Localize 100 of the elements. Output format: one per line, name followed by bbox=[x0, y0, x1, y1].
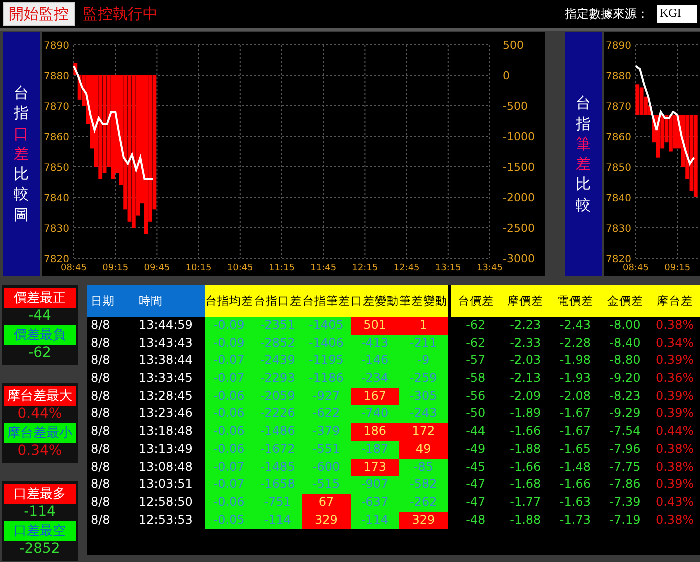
axis-label: -2000 bbox=[503, 192, 535, 204]
stat-label: 價差最負 bbox=[4, 325, 76, 345]
axis-label: 13:45 bbox=[477, 264, 503, 274]
column-header: 台指均差 bbox=[205, 285, 254, 317]
table-cell: -0.09 bbox=[205, 317, 254, 335]
table-cell: -0.07 bbox=[205, 476, 254, 494]
chart-title: 台指 口差 比較圖 bbox=[14, 83, 29, 225]
table-cell: -1195 bbox=[302, 352, 351, 370]
table-cell: -1406 bbox=[302, 334, 351, 352]
table-cell: 173 bbox=[350, 458, 400, 476]
axis-label: 08:45 bbox=[623, 264, 649, 274]
axis-label: 7850 bbox=[606, 163, 632, 174]
axis-label: 0 bbox=[503, 70, 510, 82]
axis-label: 11:15 bbox=[269, 264, 295, 274]
table-cell: -0.06 bbox=[205, 440, 254, 458]
axis-label: 09:15 bbox=[102, 264, 129, 274]
axis-label: 7890 bbox=[44, 41, 70, 52]
table-cell: 172 bbox=[399, 423, 448, 441]
axis-label: 09:15 bbox=[664, 264, 691, 274]
table-cell: -0.06 bbox=[205, 423, 254, 441]
column-header: 金價差 bbox=[600, 285, 650, 317]
stat-value: -62 bbox=[28, 345, 52, 362]
stat-label: 摩台差最大 bbox=[4, 386, 76, 406]
table-cell: 501 bbox=[350, 317, 400, 335]
stat-value: -2852 bbox=[18, 541, 62, 558]
stat-label: 口差最多 bbox=[4, 484, 76, 504]
table-cell: 1 bbox=[399, 317, 448, 335]
column-header: 筆差變動 bbox=[399, 285, 448, 317]
column-header: 摩台差 bbox=[650, 285, 700, 317]
column-header: 台指口差 bbox=[254, 285, 302, 317]
axis-label: 7860 bbox=[606, 132, 632, 144]
axis-label: -1500 bbox=[503, 161, 535, 174]
column-header: 日期 bbox=[87, 285, 135, 317]
table-cell: -2351 bbox=[254, 317, 302, 335]
table-cell: -0.06 bbox=[205, 405, 254, 424]
column-header: 時間 bbox=[135, 285, 205, 317]
axis-label: 11:45 bbox=[310, 264, 337, 274]
table-cell: -600 bbox=[302, 458, 351, 476]
table-cell: -2439 bbox=[254, 352, 302, 370]
stat-label: 價差最正 bbox=[4, 288, 76, 308]
table-cell: -515 bbox=[302, 476, 351, 494]
axis-label: 12:45 bbox=[394, 264, 420, 274]
table-cell: -0.09 bbox=[205, 334, 254, 352]
axis-label: 10:45 bbox=[227, 264, 254, 274]
stat-value: 0.34% bbox=[16, 443, 64, 460]
table-cell: -259 bbox=[399, 370, 448, 388]
table-cell: -379 bbox=[302, 423, 351, 441]
table-cell: -243 bbox=[399, 405, 448, 424]
table-cell: -751 bbox=[254, 494, 302, 512]
table-cell: 167 bbox=[350, 388, 400, 406]
start-monitor-button[interactable]: 開始監控 bbox=[3, 2, 75, 26]
table-cell: -1186 bbox=[302, 370, 351, 388]
table-cell: -262 bbox=[399, 494, 448, 512]
axis-label: 13:15 bbox=[435, 264, 462, 274]
axis-label: 08:45 bbox=[61, 264, 87, 274]
table-cell: -907 bbox=[350, 476, 400, 494]
table-cell: -740 bbox=[350, 405, 400, 424]
table-cell: -637 bbox=[350, 494, 400, 512]
axis-label: -3000 bbox=[503, 252, 535, 266]
table-cell: -187 bbox=[350, 440, 400, 458]
table-cell: 329 bbox=[399, 512, 448, 530]
table-cell: -146 bbox=[350, 352, 400, 370]
table-cell: -1672 bbox=[254, 440, 302, 458]
table-cell: -927 bbox=[302, 388, 351, 406]
axis-label: 10:15 bbox=[186, 264, 212, 274]
table-cell: -582 bbox=[399, 476, 448, 494]
table-cell: -413 bbox=[350, 334, 400, 352]
column-header: 口差變動 bbox=[350, 285, 400, 317]
axis-label: 7840 bbox=[606, 194, 632, 204]
column-header: 電價差 bbox=[550, 285, 600, 317]
table-cell: -0.05 bbox=[205, 512, 254, 530]
stat-label: 口差最空 bbox=[4, 521, 76, 541]
axis-label: 7860 bbox=[44, 132, 70, 144]
table-cell: -85 bbox=[399, 458, 448, 476]
axis-label: 7830 bbox=[606, 224, 632, 235]
table-cell: -211 bbox=[399, 334, 448, 352]
stat-value: -114 bbox=[23, 504, 57, 521]
table-cell: 49 bbox=[399, 440, 448, 458]
source-label: 指定數據來源： bbox=[565, 6, 649, 22]
column-header: 台指筆差 bbox=[302, 285, 351, 317]
stat-value: 0.44% bbox=[16, 406, 64, 423]
table-cell: -234 bbox=[350, 370, 400, 388]
source-field[interactable]: KGI bbox=[657, 5, 697, 23]
axis-label: 7820 bbox=[44, 254, 70, 266]
table-cell: -1658 bbox=[254, 476, 302, 494]
table-cell: -0.06 bbox=[205, 388, 254, 406]
column-header: 摩價差 bbox=[500, 285, 551, 317]
table-cell: -0.06 bbox=[205, 494, 254, 512]
table-cell: 186 bbox=[350, 423, 400, 441]
table-cell: -0.07 bbox=[205, 352, 254, 370]
table-cell: -114 bbox=[254, 512, 302, 530]
axis-label: 7830 bbox=[44, 224, 70, 235]
table-cell: -0.07 bbox=[205, 370, 254, 388]
table-cell: -2852 bbox=[254, 334, 302, 352]
stat-value: -44 bbox=[28, 308, 52, 325]
table-cell: -9 bbox=[399, 352, 448, 370]
axis-label: 7850 bbox=[44, 163, 70, 174]
table-cell: 329 bbox=[302, 512, 351, 530]
table-cell: 67 bbox=[302, 494, 351, 512]
axis-label: 7870 bbox=[44, 102, 70, 113]
